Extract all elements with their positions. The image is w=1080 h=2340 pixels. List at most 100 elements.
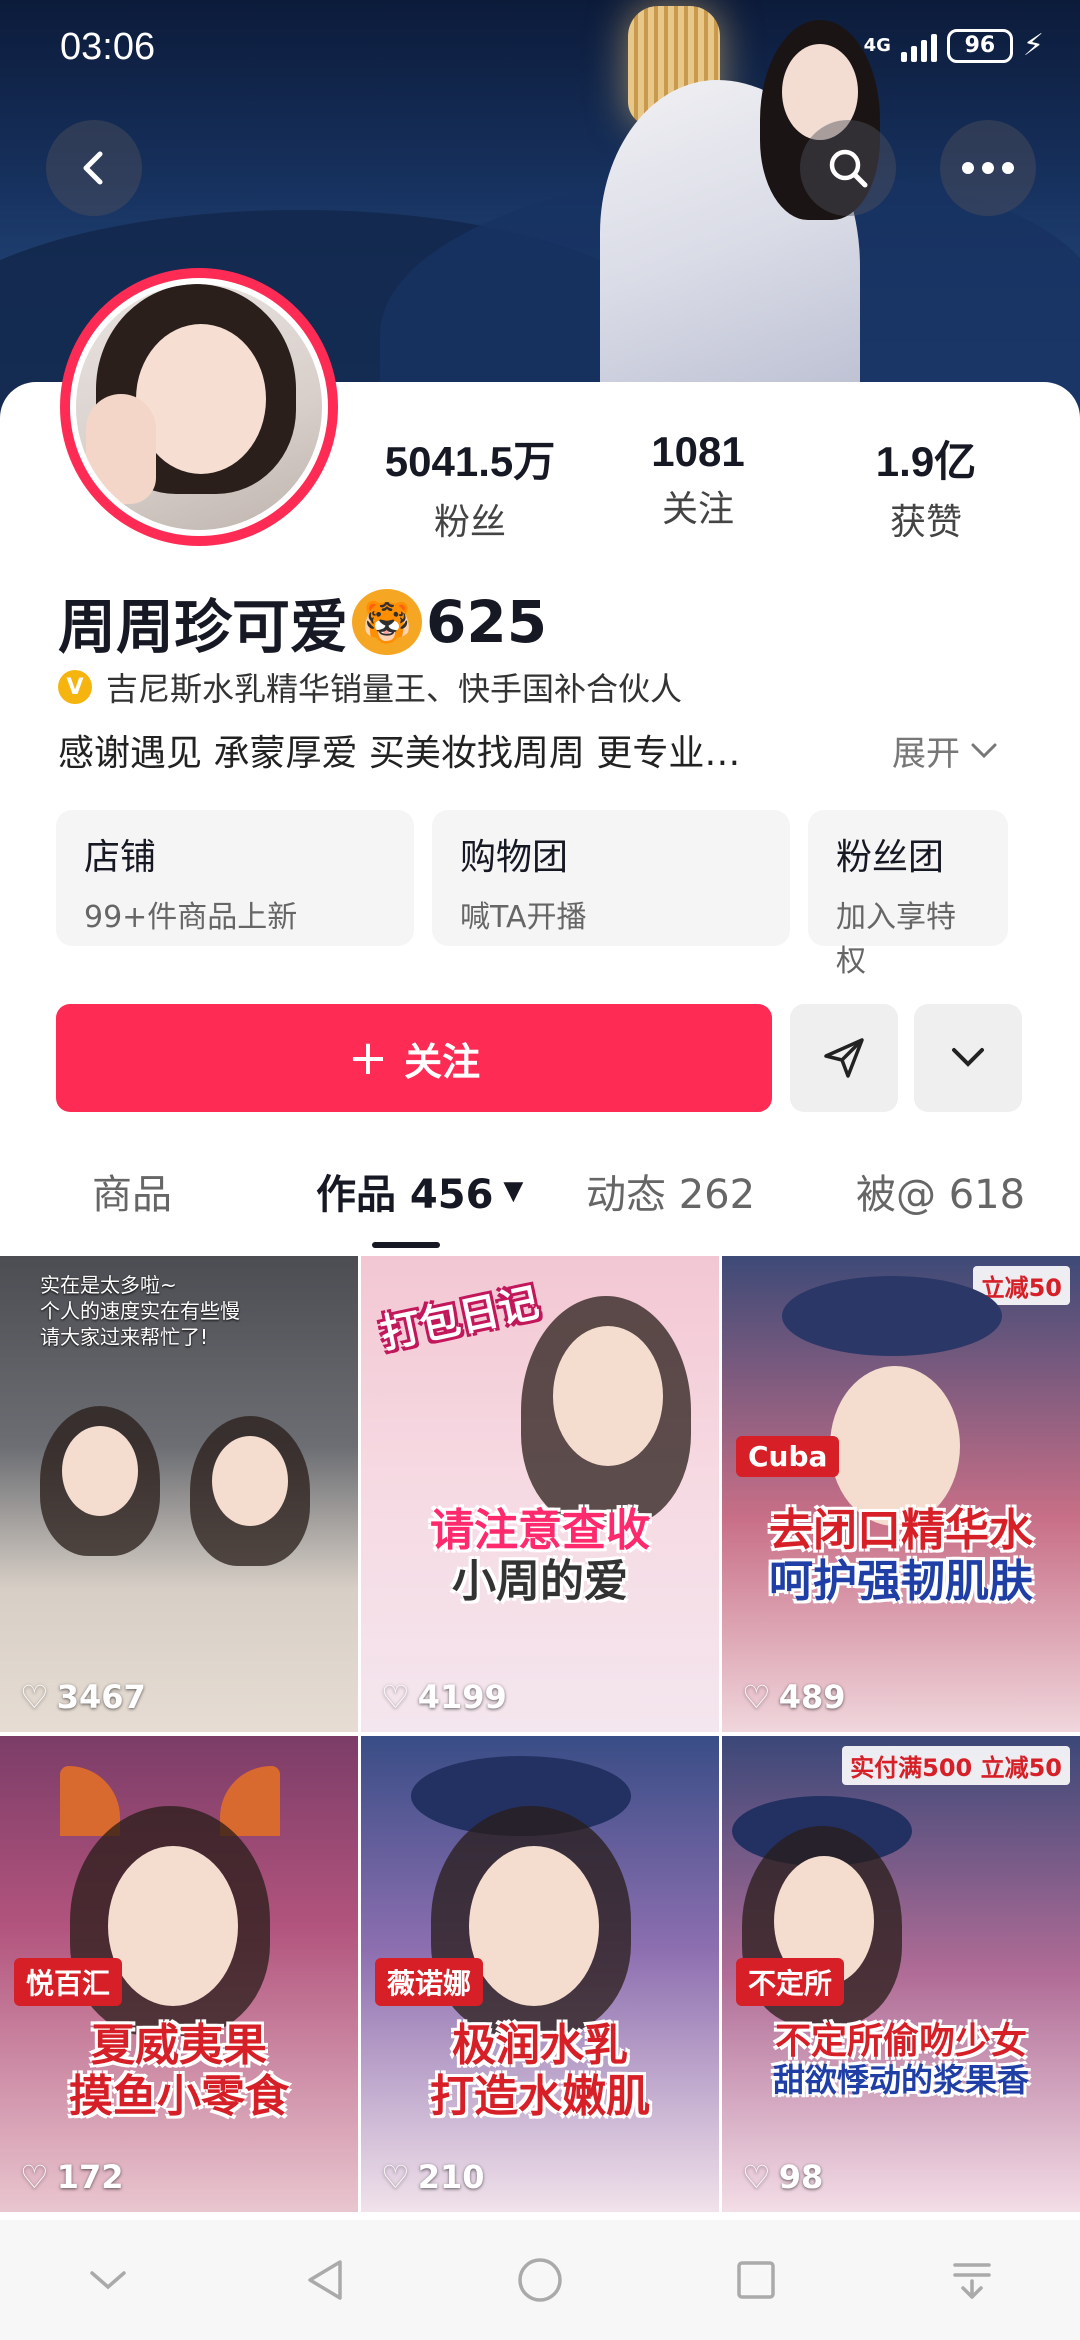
video-promo: 实付满500 立减50 [842, 1746, 1070, 1785]
stat-following[interactable]: 1081 关注 [598, 428, 798, 532]
more-dots-icon [962, 162, 1014, 174]
chevron-down-icon [952, 1048, 984, 1067]
nickname-text: 周周珍可爱 [58, 593, 349, 661]
stat-label: 关注 [661, 489, 734, 530]
chevron-left-icon [83, 151, 103, 185]
status-indicators: 4G 96 ⚡ [864, 28, 1044, 63]
video-brand-tag: 薇诺娜 [375, 1958, 484, 2006]
signal-icon [900, 30, 937, 62]
content-tabs: 商品 作品 456 ▼ 动态 262 被@ 618 [0, 1152, 1080, 1242]
nav-collapse-button[interactable] [63, 2235, 153, 2325]
battery-level: 96 [964, 33, 996, 58]
bio-text: 感谢遇见 承蒙厚爱 买美妆找周周 更专业… [58, 733, 741, 774]
fan-group-entry[interactable]: 粉丝团 加入享特权 [808, 810, 1008, 979]
tab-products[interactable]: 商品 [92, 1162, 172, 1220]
video-caption: 极润水乳 打造水嫩肌 [430, 2020, 650, 2122]
more-actions-button[interactable] [914, 1004, 1022, 1112]
status-time: 03:06 [60, 26, 156, 68]
heart-icon: ♡ [381, 1678, 410, 1716]
video-caption: 夏威夷果 摸鱼小零食 [69, 2020, 289, 2122]
follow-button[interactable]: + 关注 [56, 1004, 772, 1112]
avatar-image [76, 284, 322, 530]
tab-label: 作品 456 [316, 1172, 494, 1218]
heart-icon: ♡ [20, 1678, 49, 1716]
back-button[interactable] [46, 120, 142, 216]
video-likes: ♡ 98 [742, 2158, 824, 2196]
video-caption: 不定所偷吻少女 甜欲悸动的浆果香 [772, 2021, 1029, 2100]
heart-icon: ♡ [742, 1678, 771, 1716]
video-thumbnail[interactable]: 悦百汇 夏威夷果 摸鱼小零食 ♡ 172 [0, 1736, 358, 2212]
expand-bio-button[interactable]: 展开 [892, 726, 998, 775]
stat-value: 5041.5万 [384, 438, 556, 485]
verified-badge-icon: V [58, 670, 92, 704]
video-thumbnail[interactable]: 立减50 Cuba 去闭口精华水 呵护强韧肌肤 ♡ 489 [722, 1256, 1080, 1732]
nickname-suffix: 625 [426, 588, 548, 656]
video-brand-tag: 不定所 [736, 1958, 845, 2006]
shop-entry[interactable]: 店铺 99+件商品上新 [56, 810, 414, 946]
video-thumbnail[interactable]: 打包日记 请注意查收 小周的爱 ♡ 4199 [361, 1256, 719, 1732]
tiger-icon: 🐯 [352, 589, 423, 655]
avatar[interactable] [60, 268, 338, 546]
expand-label: 展开 [892, 734, 960, 774]
shopping-group-entry[interactable]: 购物团 喊TA开播 [432, 810, 790, 946]
nav-recents-button[interactable] [711, 2235, 801, 2325]
stat-value: 1081 [651, 428, 745, 475]
video-thumbnail[interactable]: 实付满500 立减50 不定所 不定所偷吻少女 甜欲悸动的浆果香 ♡ 98 [722, 1736, 1080, 2212]
heart-icon: ♡ [20, 2158, 49, 2196]
video-caption: 去闭口精华水 呵护强韧肌肤 [769, 1505, 1033, 1607]
video-brand-tag: Cuba [736, 1436, 840, 1477]
nav-back-button[interactable] [279, 2235, 369, 2325]
heart-icon: ♡ [742, 2158, 771, 2196]
active-tab-indicator [372, 1242, 440, 1248]
video-sticker: 打包日记 [376, 1279, 543, 1359]
search-icon [829, 149, 868, 188]
stat-label: 粉丝 [433, 502, 506, 543]
stat-likes[interactable]: 1.9亿 获赞 [826, 428, 1026, 545]
tab-mentions[interactable]: 被@ 618 [856, 1162, 1025, 1220]
chevron-down-icon [90, 2271, 126, 2290]
video-grid: 实在是太多啦~ 个人的速度实在有些慢 请大家过来帮忙了! ♡ 3467 打包日记 … [0, 1256, 1080, 2212]
battery-icon: 96 [946, 28, 1013, 63]
download-icon [953, 2263, 991, 2299]
quick-card-subtitle: 99+件商品上新 [84, 900, 298, 935]
stat-value: 1.9亿 [875, 438, 977, 485]
verification-line: V 吉尼斯水乳精华销量王、快手国补合伙人 [58, 664, 682, 710]
video-thumbnail[interactable]: 薇诺娜 极润水乳 打造水嫩肌 ♡ 210 [361, 1736, 719, 2212]
video-brand-tag: 悦百汇 [14, 1958, 123, 2006]
video-note: 实在是太多啦~ 个人的速度实在有些慢 请大家过来帮忙了! [40, 1273, 240, 1349]
nickname: 周周珍可爱 🐯 625 [58, 580, 547, 664]
square-recents-icon [737, 2261, 775, 2299]
quick-entry-row: 店铺 99+件商品上新 购物团 喊TA开播 粉丝团 加入享特权 [56, 810, 1008, 979]
heart-icon: ♡ [381, 2158, 410, 2196]
stat-label: 获赞 [889, 502, 962, 543]
video-likes: ♡ 210 [381, 2158, 485, 2196]
more-button[interactable] [940, 120, 1036, 216]
message-button[interactable] [790, 1004, 898, 1112]
video-thumbnail[interactable]: 实在是太多啦~ 个人的速度实在有些慢 请大家过来帮忙了! ♡ 3467 [0, 1256, 358, 1732]
send-icon [824, 1038, 864, 1078]
quick-card-title: 粉丝团 [836, 837, 945, 878]
circle-home-icon [518, 2258, 562, 2302]
quick-card-title: 店铺 [84, 837, 157, 878]
verification-text: 吉尼斯水乳精华销量王、快手国补合伙人 [106, 670, 683, 708]
video-likes: ♡ 4199 [381, 1678, 507, 1716]
video-caption: 请注意查收 小周的爱 [430, 1505, 650, 1607]
chevron-down-icon [971, 743, 997, 758]
search-button[interactable] [800, 120, 896, 216]
charging-icon: ⚡ [1022, 28, 1044, 63]
tab-works[interactable]: 作品 456 ▼ [316, 1162, 523, 1220]
triangle-back-icon [308, 2260, 342, 2300]
nav-home-button[interactable] [495, 2235, 585, 2325]
stat-fans[interactable]: 5041.5万 粉丝 [370, 428, 570, 545]
nav-download-button[interactable] [927, 2235, 1017, 2325]
system-nav-bar [0, 2220, 1080, 2340]
quick-card-subtitle: 喊TA开播 [460, 900, 587, 935]
video-likes: ♡ 3467 [20, 1678, 146, 1716]
video-likes: ♡ 172 [20, 2158, 124, 2196]
caret-down-icon: ▼ [503, 1176, 524, 1206]
follow-label: 关注 [404, 1039, 481, 1084]
quick-card-subtitle: 加入享特权 [836, 900, 956, 979]
tab-moments[interactable]: 动态 262 [586, 1162, 755, 1220]
plus-icon: + [347, 1030, 389, 1086]
status-bar: 03:06 4G 96 ⚡ [0, 0, 1080, 100]
